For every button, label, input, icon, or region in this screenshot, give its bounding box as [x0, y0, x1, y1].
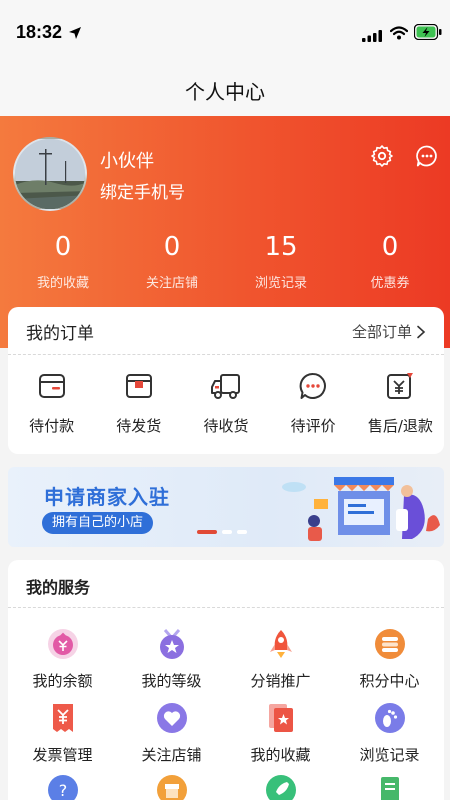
stat-label: 浏览记录 [254, 276, 307, 291]
order-item-label: 待发货 [116, 417, 162, 435]
signal-icon [362, 27, 382, 46]
service-promotion[interactable] [226, 774, 335, 800]
service-invoice[interactable]: 发票管理 [8, 702, 117, 765]
location-arrow-icon [68, 25, 82, 44]
truck-icon [182, 369, 269, 403]
service-label: 积分中心 [359, 672, 420, 690]
wallet-icon [8, 369, 95, 403]
battery-charging-icon [413, 23, 442, 44]
shop-icon [117, 774, 226, 800]
order-status-row: 待付款 待发货 待收货 待评价 售后/退款 [8, 369, 444, 436]
order-pending-review[interactable]: 待评价 [270, 369, 357, 436]
chevron-right-icon [417, 325, 426, 338]
banner-pagination [197, 530, 247, 534]
order-item-label: 待评价 [290, 417, 336, 435]
order-pending-shipment[interactable]: 待发货 [95, 369, 182, 436]
heart-icon [117, 702, 226, 734]
avatar[interactable] [13, 137, 87, 211]
order-card-title: 我的订单 [26, 324, 94, 344]
username: 小伙伴 [100, 151, 154, 172]
stat-value: 0 [163, 232, 181, 262]
banner-title: 申请商家入驻 [44, 485, 170, 509]
stat-followed-shops[interactable]: 0 关注店铺 [122, 232, 222, 291]
all-orders-label: 全部订单 [351, 323, 412, 341]
balance-icon [8, 628, 117, 660]
service-label: 关注店铺 [141, 746, 202, 764]
shop-illustration [274, 469, 444, 547]
service-label: 分销推广 [250, 672, 311, 690]
service-label: 发票管理 [32, 746, 93, 764]
banner-dot[interactable] [222, 530, 232, 534]
stat-label: 优惠券 [370, 276, 410, 291]
rocket-green-icon [226, 774, 335, 800]
service-balance[interactable]: 我的余额 [8, 628, 117, 691]
favorites-icon [226, 702, 335, 734]
order-pending-payment[interactable]: 待付款 [8, 369, 95, 436]
service-label: 浏览记录 [359, 746, 420, 764]
order-item-label: 待收货 [203, 417, 249, 435]
status-bar: 18:32 [0, 0, 450, 62]
services-title: 我的服务 [26, 578, 91, 597]
service-favorites[interactable]: 我的收藏 [226, 702, 335, 765]
order-item-label: 售后/退款 [367, 417, 433, 435]
all-orders-link[interactable]: 全部订单 [352, 321, 426, 342]
stat-value: 0 [54, 232, 72, 262]
svg-text:?: ? [58, 781, 67, 800]
order-item-label: 待付款 [29, 417, 75, 435]
service-label: 我的收藏 [250, 746, 311, 764]
stat-favorites[interactable]: 0 我的收藏 [13, 232, 113, 291]
services-card: 我的服务 我的余额 我的等级 分销推广 积分中心 发票管理 关注店铺 我的收藏 … [8, 560, 444, 800]
service-history[interactable]: 浏览记录 [335, 702, 444, 765]
banner-dot[interactable] [237, 530, 247, 534]
comment-icon [270, 369, 357, 403]
stat-value: 0 [381, 232, 399, 262]
merchant-banner[interactable]: 申请商家入驻 拥有自己的小店 [8, 467, 444, 547]
service-level[interactable]: 我的等级 [117, 628, 226, 691]
service-label: 我的等级 [141, 672, 202, 690]
rocket-icon [226, 628, 335, 660]
order-card: 我的订单 全部订单 待付款 待发货 待收货 待评价 售后/退款 [8, 307, 444, 454]
gear-icon[interactable] [370, 144, 394, 168]
banner-tag: 拥有自己的小店 [42, 512, 154, 534]
order-card-header: 我的订单 全部订单 [8, 307, 444, 355]
level-icon [117, 628, 226, 660]
refund-icon [357, 369, 444, 403]
order-pending-receipt[interactable]: 待收货 [182, 369, 269, 436]
wifi-icon [389, 25, 409, 44]
service-shop[interactable] [117, 774, 226, 800]
package-icon [95, 369, 182, 403]
service-document[interactable] [335, 774, 444, 800]
message-icon[interactable] [415, 144, 439, 168]
invoice-icon [8, 702, 117, 734]
page-title: 个人中心 [185, 80, 265, 104]
services-header: 我的服务 [8, 560, 444, 608]
service-distribution[interactable]: 分销推广 [226, 628, 335, 691]
service-help[interactable]: ? [8, 774, 117, 800]
banner-dot[interactable] [197, 530, 217, 534]
nav-bar: 个人中心 [0, 62, 450, 116]
service-followed-shops[interactable]: 关注店铺 [117, 702, 226, 765]
stat-coupons[interactable]: 0 优惠券 [340, 232, 440, 291]
coins-icon [335, 628, 444, 660]
help-icon: ? [8, 774, 117, 800]
footprint-icon [335, 702, 444, 734]
document-icon [335, 774, 444, 800]
order-after-sales[interactable]: 售后/退款 [357, 369, 444, 436]
bind-phone-link[interactable]: 绑定手机号 [100, 178, 185, 203]
status-time: 18:32 [16, 22, 63, 42]
service-label: 我的余额 [32, 672, 93, 690]
stat-label: 我的收藏 [36, 276, 89, 291]
stat-label: 关注店铺 [145, 276, 198, 291]
stat-history[interactable]: 15 浏览记录 [231, 232, 331, 291]
stat-value: 15 [264, 232, 298, 262]
service-points[interactable]: 积分中心 [335, 628, 444, 691]
